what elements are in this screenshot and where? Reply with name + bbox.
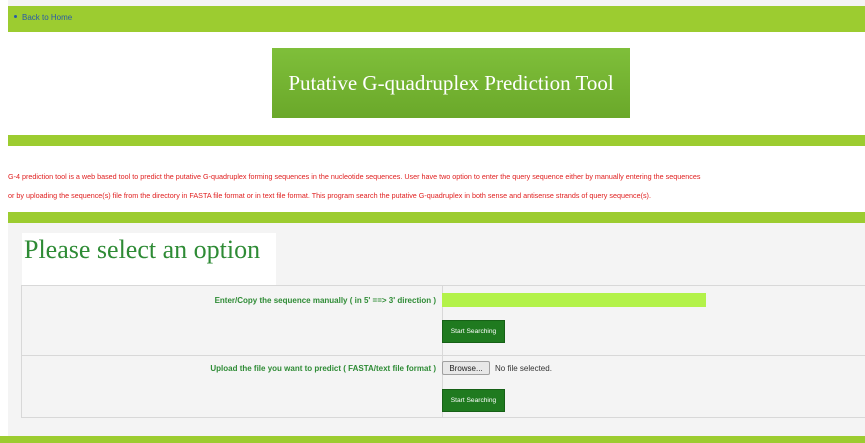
upload-file-label: Upload the file you want to predict ( FA… [210, 364, 436, 373]
start-searching-upload-button[interactable]: Start Searching [442, 389, 505, 412]
left-edge [0, 0, 8, 443]
file-status-text: No file selected. [495, 364, 552, 373]
title-banner: Putative G-quadruplex Prediction Tool [272, 48, 630, 118]
description-line-2: or by uploading the sequence(s) file fro… [8, 191, 651, 200]
options-table: Enter/Copy the sequence manually ( in 5'… [21, 285, 865, 418]
back-to-home-label: Back to Home [22, 13, 73, 22]
description-line-1: G-4 prediction tool is a web based tool … [8, 172, 701, 181]
nav-bar: Back to Home [8, 6, 865, 32]
content: Back to Home Putative G-quadruplex Predi… [8, 0, 865, 443]
manual-sequence-label: Enter/Copy the sequence manually ( in 5'… [214, 296, 436, 305]
form-area: Please select an option Enter/Copy the s… [8, 223, 865, 436]
divider-bar [8, 135, 865, 146]
row-divider [22, 355, 865, 356]
sequence-input[interactable] [442, 293, 706, 307]
description-area: G-4 prediction tool is a web based tool … [8, 146, 865, 212]
header-area: Putative G-quadruplex Prediction Tool [8, 32, 865, 135]
divider-bar [8, 212, 865, 223]
bottom-bar [0, 436, 865, 443]
bullet-icon [14, 15, 17, 19]
back-to-home-link[interactable]: Back to Home [14, 13, 72, 22]
browse-button[interactable]: Browse... [442, 361, 490, 375]
select-option-heading: Please select an option [24, 235, 261, 264]
description-text: G-4 prediction tool is a web based tool … [8, 167, 865, 205]
page-title: Putative G-quadruplex Prediction Tool [288, 70, 614, 95]
start-searching-manual-button[interactable]: Start Searching [442, 320, 505, 343]
page: Back to Home Putative G-quadruplex Predi… [0, 0, 865, 443]
